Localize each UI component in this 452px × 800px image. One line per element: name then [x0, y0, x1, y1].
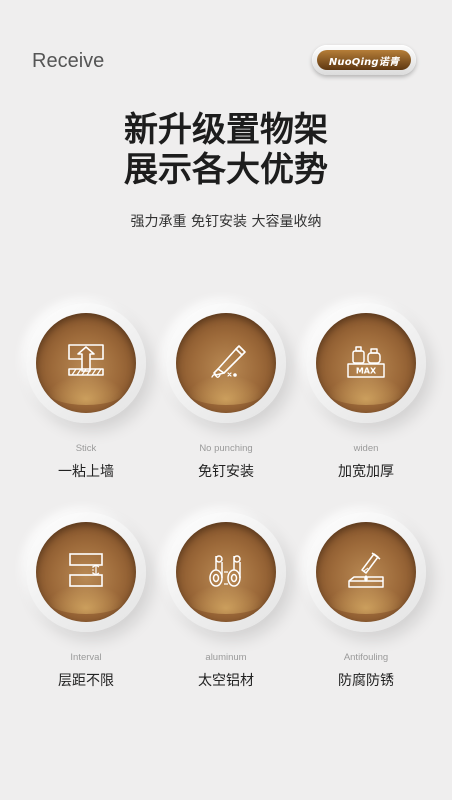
antifouling-icon [348, 552, 384, 588]
header: Receive NuoQing诺青 [0, 0, 452, 110]
feature-circle [26, 512, 146, 632]
headline-line-2: 展示各大优势 [124, 150, 328, 190]
feature-label-cn: 层距不限 [58, 673, 114, 689]
feature-label-cn: 太空铝材 [198, 673, 254, 689]
brand-badge: NuoQing诺青 [312, 45, 416, 75]
feature-label-en: Interval [70, 652, 102, 663]
aluminum-rolls-icon [209, 555, 241, 587]
subtitle: 强力承重 免钉安装 大容量收纳 [130, 214, 322, 230]
feature-label-en: aluminum [205, 652, 247, 663]
feature-label-cn: 防腐防锈 [338, 673, 394, 689]
feature-label-en: No punching [199, 443, 253, 454]
feature-label-en: Stick [75, 443, 97, 454]
feature-label-cn: 加宽加厚 [338, 464, 394, 480]
interval-icon [69, 553, 103, 587]
headline-line-1: 新升级置物架 [124, 110, 328, 150]
glue-tube-icon [211, 345, 246, 378]
feature-circle [166, 303, 286, 423]
feature-circle [26, 303, 146, 423]
feature-circle [306, 512, 426, 632]
feature-circle: MAX [306, 303, 426, 423]
wall-mount-icon [68, 344, 104, 376]
max-label: MAX [356, 367, 377, 376]
feature-circle [166, 512, 286, 632]
page-label: Receive [32, 50, 105, 72]
feature-label-cn: 一粘上墙 [58, 464, 114, 480]
feature-label-en: widen [353, 443, 379, 454]
feature-label-cn: 免钉安装 [198, 464, 254, 480]
brand-logo: NuoQing诺青 [317, 50, 411, 70]
feature-label-en: Antifouling [343, 652, 389, 663]
max-load-icon: MAX [347, 346, 385, 378]
